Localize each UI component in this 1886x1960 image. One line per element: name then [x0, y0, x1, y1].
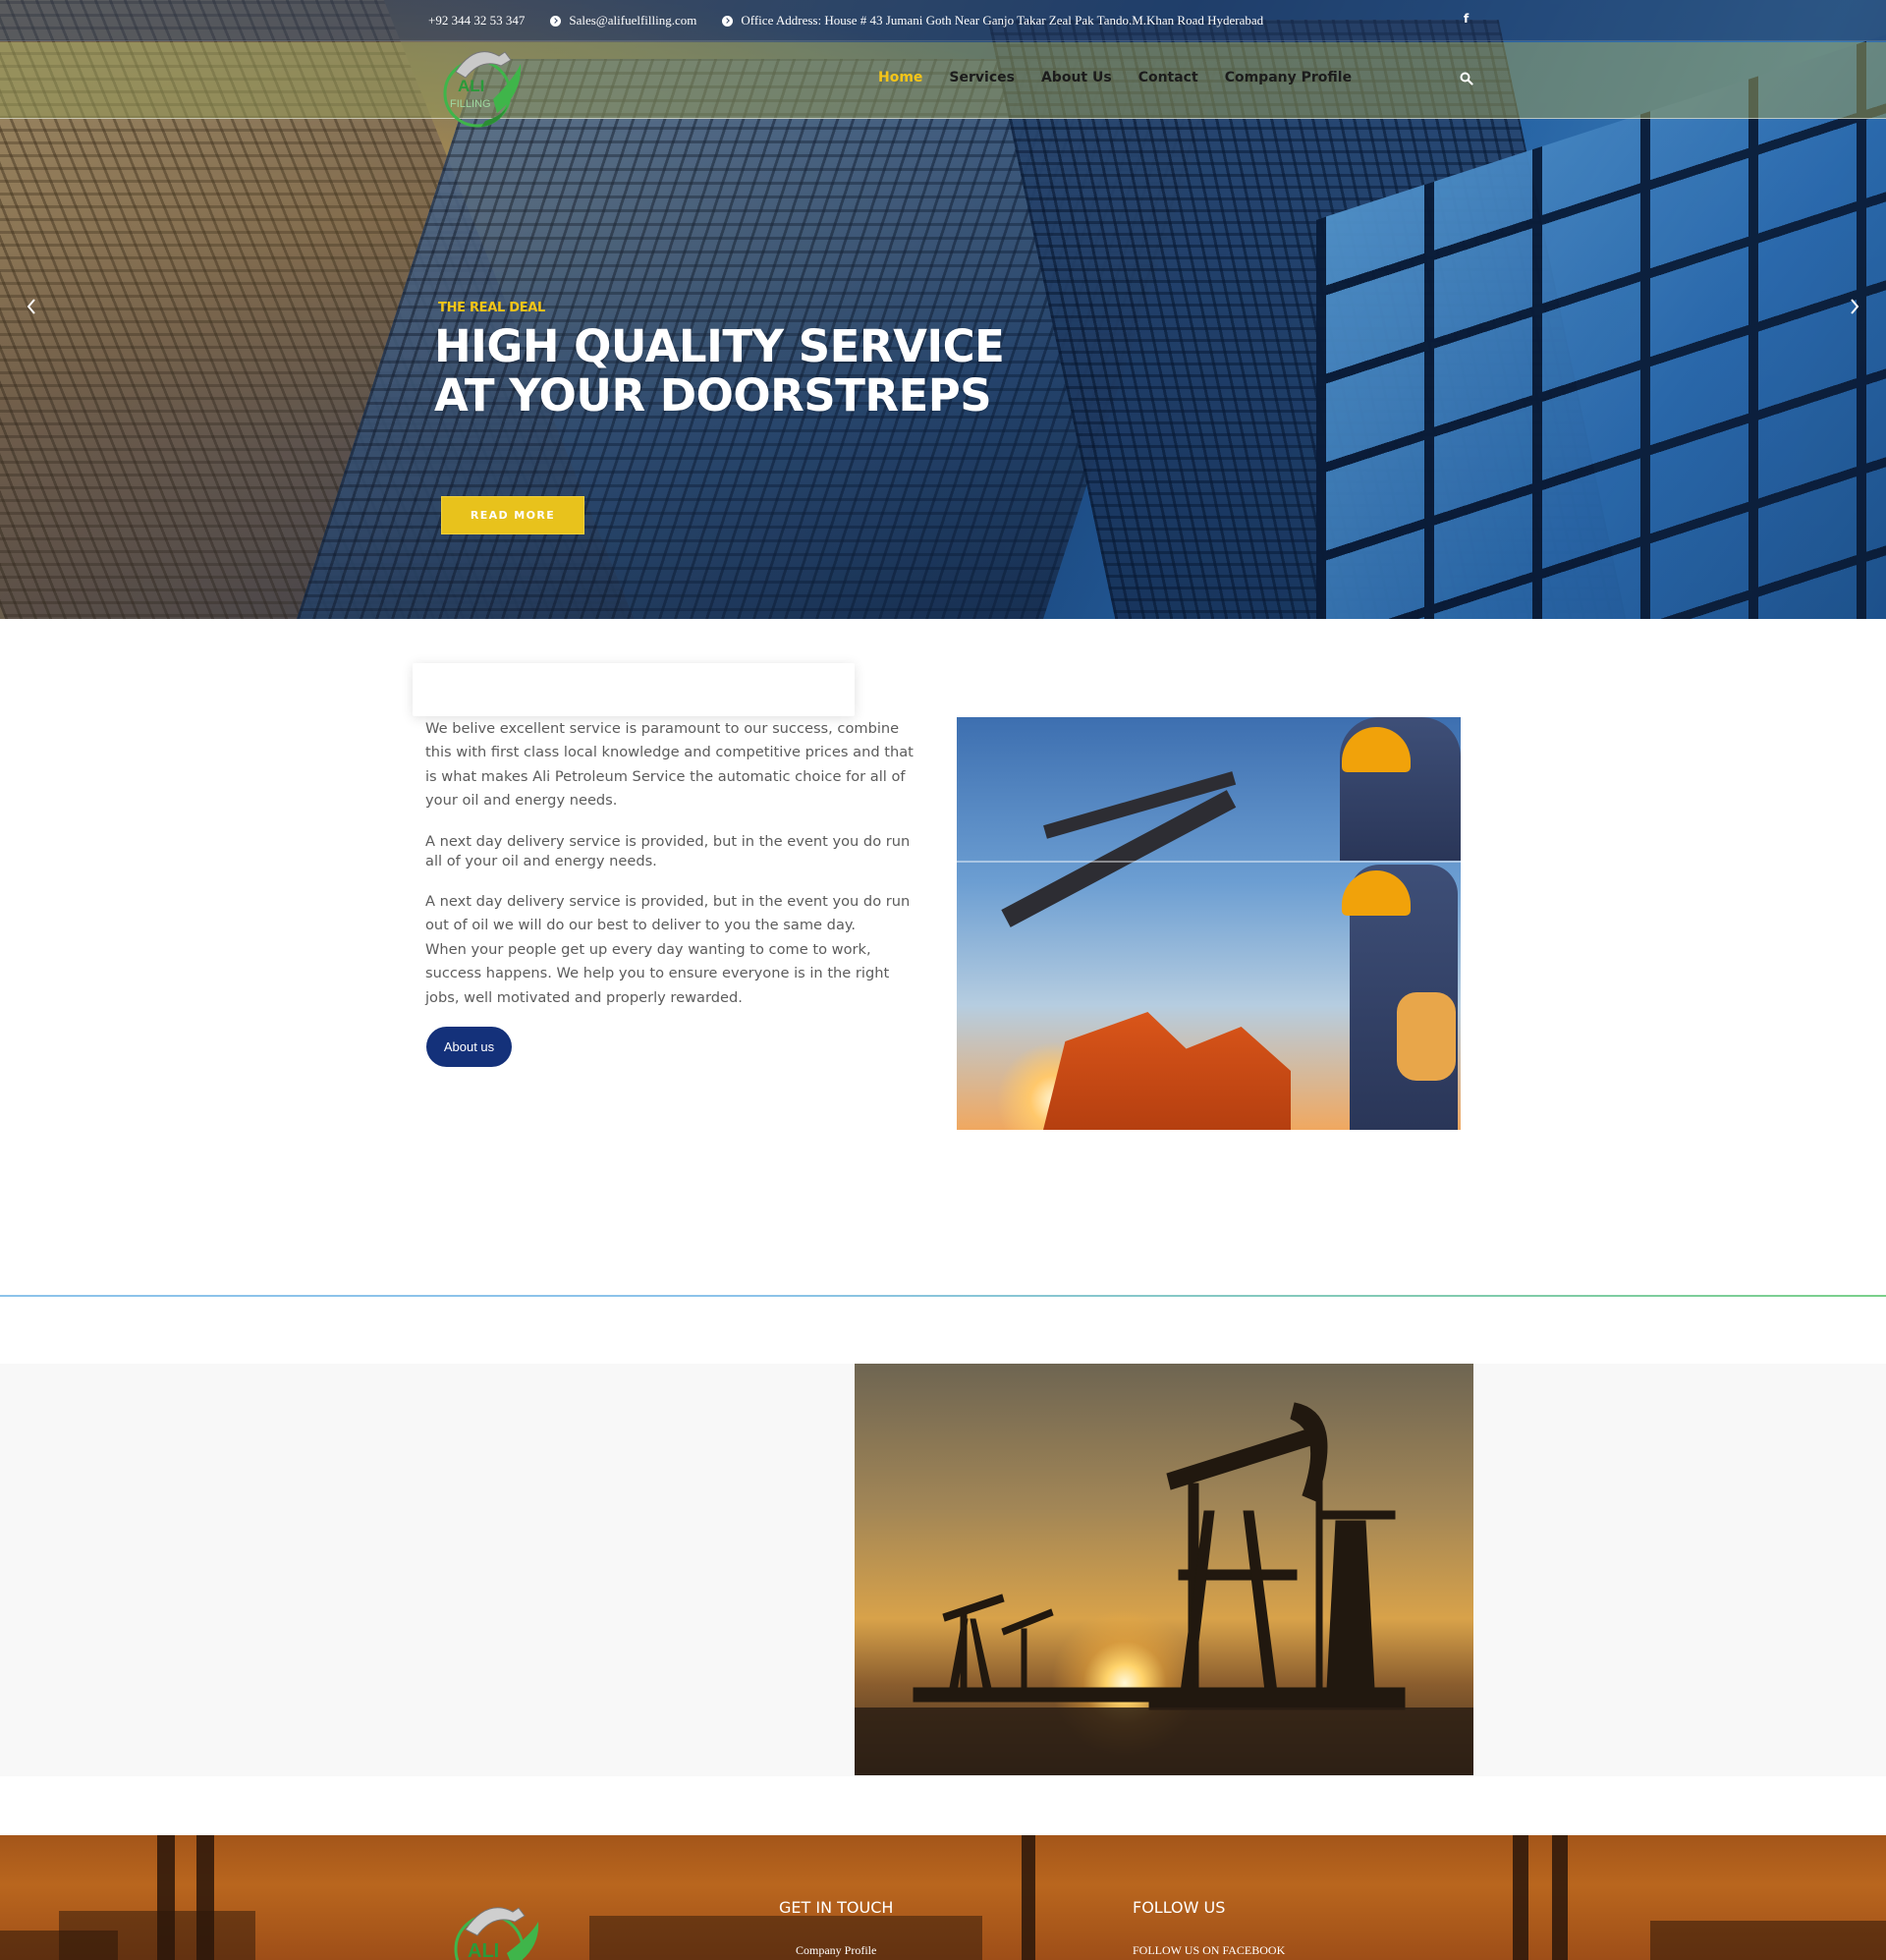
about-paragraph-2: A next day delivery service is provided,…	[425, 832, 911, 850]
logo-subtext: FILLING	[450, 98, 491, 110]
office-address: Office Address: House # 43 Jumani Goth N…	[741, 13, 1264, 28]
footer-follow-us-heading: FOLLOW US	[1133, 1898, 1226, 1917]
search-icon[interactable]	[1460, 72, 1473, 85]
nav-company-profile[interactable]: Company Profile	[1225, 70, 1352, 85]
section-divider	[0, 1295, 1886, 1297]
nav-about-us[interactable]: About Us	[1041, 70, 1112, 85]
hero-eyebrow: THE REAL DEAL	[438, 301, 546, 315]
hero-slider: +92 344 32 53 347 Sales@alifuelfilling.c…	[0, 0, 1886, 619]
about-text-block: We belive excellent service is paramount…	[425, 717, 926, 1027]
about-paragraph-1: We belive excellent service is paramount…	[425, 720, 914, 810]
about-paragraph-2-tail: all of your oil and energy needs.	[425, 852, 657, 869]
world-map-background	[589, 1130, 1297, 1292]
about-us-button[interactable]: About us	[426, 1027, 512, 1067]
site-logo[interactable]: ALI FILLING	[436, 44, 527, 131]
footer-facebook-link[interactable]: FOLLOW US ON FACEBOOK	[1133, 1943, 1285, 1958]
nav-home[interactable]: Home	[878, 70, 922, 85]
about-paragraph-3: A next day delivery service is provided,…	[425, 893, 911, 934]
hero-title-line-2: AT YOUR DOORSTREPS	[434, 369, 992, 421]
chevron-left-icon[interactable]	[24, 295, 39, 318]
location-arrow-icon	[550, 15, 562, 27]
footer-logo[interactable]: ALI	[444, 1898, 542, 1960]
nav-contact[interactable]: Contact	[1138, 70, 1198, 85]
footer-company-profile-link[interactable]: Company Profile	[796, 1943, 876, 1958]
oil-field-photo	[855, 1364, 1473, 1775]
floating-card	[413, 663, 855, 716]
footer-get-in-touch-heading: GET IN TOUCH	[779, 1898, 894, 1917]
top-info-bar: +92 344 32 53 347 Sales@alifuelfilling.c…	[0, 0, 1886, 41]
footer-logo-text: ALI	[468, 1940, 499, 1960]
email-link[interactable]: Sales@alifuelfilling.com	[569, 13, 696, 28]
facebook-icon[interactable]: f	[1464, 12, 1469, 26]
logo-text: ALI	[458, 77, 484, 95]
primary-nav: Home Services About Us Contact Company P…	[878, 70, 1378, 85]
hero-title: HIGH QUALITY SERVICE AT YOUR DOORSTREPS	[434, 322, 1063, 420]
main-navbar: ALI FILLING Home Services About Us Conta…	[0, 42, 1886, 128]
phone-number[interactable]: +92 344 32 53 347	[428, 13, 525, 28]
address-item: Office Address: House # 43 Jumani Goth N…	[722, 13, 1263, 28]
about-paragraph-4: When your people get up every day wantin…	[425, 940, 890, 1006]
read-more-button[interactable]: READ MORE	[441, 496, 584, 534]
chevron-right-icon[interactable]	[1847, 295, 1862, 318]
hero-title-line-1: HIGH QUALITY SERVICE	[434, 320, 1005, 372]
location-arrow-icon	[722, 15, 734, 27]
worker-photo	[957, 717, 1461, 1130]
nav-services[interactable]: Services	[949, 70, 1015, 85]
site-footer: ALI GET IN TOUCH Company Profile FOLLOW …	[0, 1835, 1886, 1960]
email-item[interactable]: Sales@alifuelfilling.com	[550, 13, 696, 28]
